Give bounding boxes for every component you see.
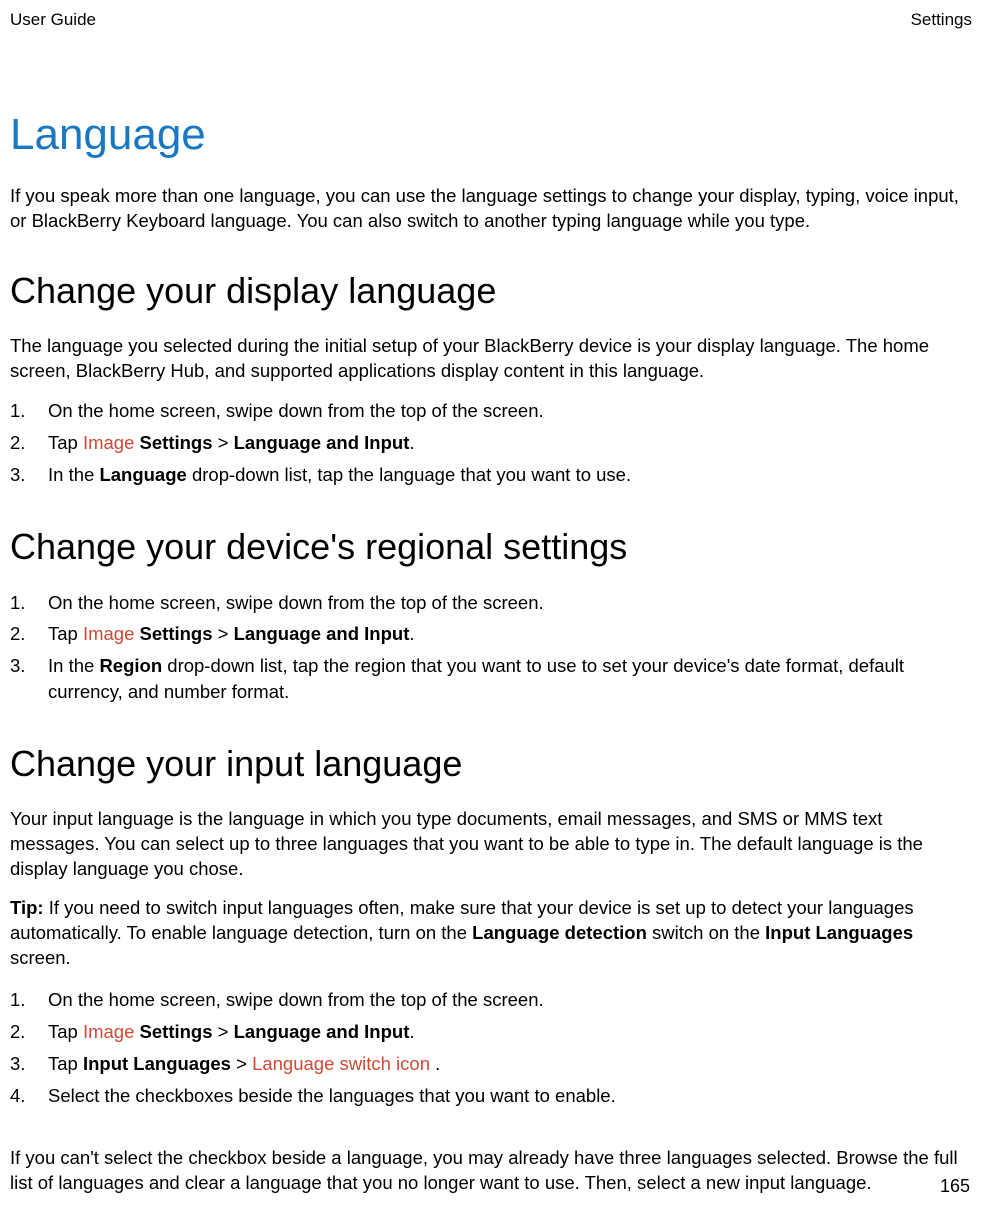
section1-step3: 3. In the Language drop-down list, tap t… — [10, 462, 972, 488]
step-number: 1. — [10, 987, 38, 1013]
section2-step2: 2. Tap Image Settings > Language and Inp… — [10, 621, 972, 647]
separator-gt: > — [231, 1053, 252, 1074]
step-text-a: Tap — [48, 1053, 83, 1074]
step-text-c: drop-down list, tap the language that yo… — [187, 464, 631, 485]
section1-step1: 1. On the home screen, swipe down from t… — [10, 398, 972, 424]
settings-icon: Image — [83, 623, 140, 644]
page-header: User Guide Settings — [10, 10, 972, 30]
separator-gt: > — [213, 1021, 234, 1042]
step-text: On the home screen, swipe down from the … — [48, 989, 544, 1010]
settings-label: Settings — [140, 623, 213, 644]
header-right: Settings — [911, 10, 972, 30]
tip-text-e: screen. — [10, 947, 71, 968]
settings-label: Settings — [140, 1021, 213, 1042]
period: . — [409, 1021, 414, 1042]
language-input-label: Language and Input — [234, 623, 410, 644]
section2-title: Change your device's regional settings — [10, 526, 972, 568]
language-switch-icon: Language switch icon — [252, 1053, 435, 1074]
section3-step2: 2. Tap Image Settings > Language and Inp… — [10, 1019, 972, 1045]
section1-title: Change your display language — [10, 270, 972, 312]
section3-step4: 4. Select the checkboxes beside the lang… — [10, 1083, 972, 1109]
section3-step1: 1. On the home screen, swipe down from t… — [10, 987, 972, 1013]
section2-steps: 1. On the home screen, swipe down from t… — [10, 590, 972, 706]
step-number: 2. — [10, 621, 38, 647]
step-text: On the home screen, swipe down from the … — [48, 400, 544, 421]
header-left: User Guide — [10, 10, 96, 30]
section3-intro: Your input language is the language in w… — [10, 807, 972, 882]
section3-title: Change your input language — [10, 743, 972, 785]
language-detection-label: Language detection — [472, 922, 647, 943]
tip-label: Tip: — [10, 897, 44, 918]
step-number: 4. — [10, 1083, 38, 1109]
step-number: 3. — [10, 653, 38, 679]
step-number: 2. — [10, 430, 38, 456]
page-number: 165 — [940, 1176, 970, 1197]
input-languages-label: Input Languages — [765, 922, 913, 943]
language-input-label: Language and Input — [234, 432, 410, 453]
settings-label: Settings — [140, 432, 213, 453]
step-text-a: In the — [48, 464, 99, 485]
step-text: Select the checkboxes beside the languag… — [48, 1085, 616, 1106]
section2-step3: 3. In the Region drop-down list, tap the… — [10, 653, 972, 705]
section3-tip: Tip: If you need to switch input languag… — [10, 896, 972, 971]
settings-icon: Image — [83, 432, 140, 453]
step-text-a: In the — [48, 655, 99, 676]
step-text: On the home screen, swipe down from the … — [48, 592, 544, 613]
step-number: 3. — [10, 462, 38, 488]
section3-closing: If you can't select the checkbox beside … — [10, 1146, 972, 1196]
language-label: Language — [99, 464, 186, 485]
step-text-tap: Tap — [48, 432, 83, 453]
period: . — [409, 432, 414, 453]
section3-steps: 1. On the home screen, swipe down from t… — [10, 987, 972, 1109]
input-languages-label: Input Languages — [83, 1053, 231, 1074]
step-text-tap: Tap — [48, 623, 83, 644]
step-text-c: drop-down list, tap the region that you … — [48, 655, 904, 702]
section1-steps: 1. On the home screen, swipe down from t… — [10, 398, 972, 488]
region-label: Region — [99, 655, 162, 676]
step-text-tap: Tap — [48, 1021, 83, 1042]
section1-step2: 2. Tap Image Settings > Language and Inp… — [10, 430, 972, 456]
section2-step1: 1. On the home screen, swipe down from t… — [10, 590, 972, 616]
period: . — [435, 1053, 440, 1074]
intro-paragraph: If you speak more than one language, you… — [10, 184, 972, 234]
language-input-label: Language and Input — [234, 1021, 410, 1042]
page-title: Language — [10, 110, 972, 160]
step-number: 3. — [10, 1051, 38, 1077]
settings-icon: Image — [83, 1021, 140, 1042]
step-number: 1. — [10, 590, 38, 616]
section1-intro: The language you selected during the ini… — [10, 334, 972, 384]
step-number: 2. — [10, 1019, 38, 1045]
period: . — [409, 623, 414, 644]
step-number: 1. — [10, 398, 38, 424]
separator-gt: > — [213, 623, 234, 644]
tip-text-c: switch on the — [647, 922, 765, 943]
section3-step3: 3. Tap Input Languages > Language switch… — [10, 1051, 972, 1077]
separator-gt: > — [213, 432, 234, 453]
